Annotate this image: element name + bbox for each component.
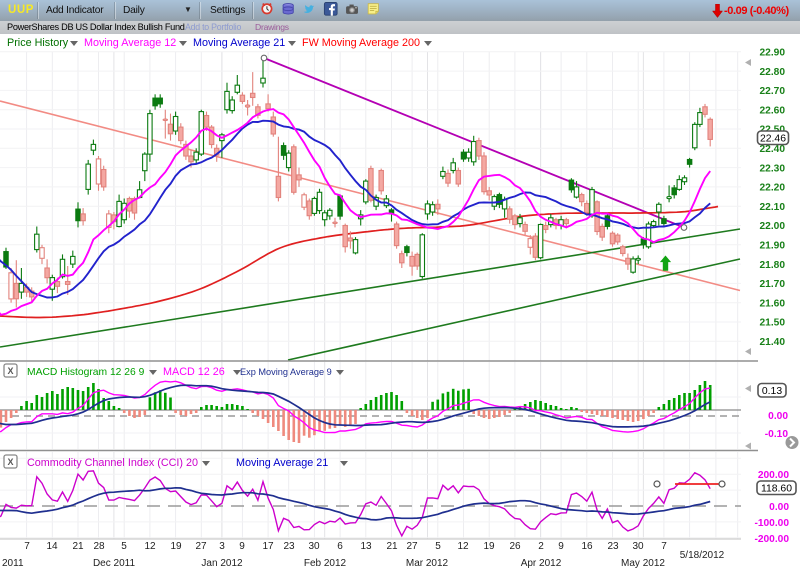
svg-text:Moving Average 21: Moving Average 21 <box>193 37 285 49</box>
svg-text:21: 21 <box>72 541 84 552</box>
svg-text:3: 3 <box>219 541 225 552</box>
svg-text:9: 9 <box>239 541 245 552</box>
svg-text:23: 23 <box>607 541 619 552</box>
svg-text:Apr 2012: Apr 2012 <box>521 558 562 569</box>
svg-text:5/18/2012: 5/18/2012 <box>680 550 725 561</box>
svg-text:22.60: 22.60 <box>760 105 786 116</box>
svg-text:2: 2 <box>538 541 544 552</box>
svg-text:Moving Average 21: Moving Average 21 <box>236 457 328 469</box>
svg-text:-100.00: -100.00 <box>754 518 789 529</box>
svg-text:21.40: 21.40 <box>760 337 786 348</box>
svg-text:22.10: 22.10 <box>760 202 786 213</box>
svg-text:X: X <box>7 366 13 376</box>
svg-text:22.30: 22.30 <box>760 163 786 174</box>
svg-text:MACD Histogram 12 26 9: MACD Histogram 12 26 9 <box>27 367 145 378</box>
svg-text:0.00: 0.00 <box>769 502 789 513</box>
svg-text:Price History: Price History <box>7 37 69 49</box>
svg-text:0.00: 0.00 <box>768 411 788 422</box>
svg-text:5: 5 <box>121 541 127 552</box>
svg-text:13: 13 <box>360 541 372 552</box>
svg-text:30: 30 <box>308 541 320 552</box>
svg-text:27: 27 <box>406 541 418 552</box>
svg-text:19: 19 <box>170 541 182 552</box>
svg-text:2011: 2011 <box>2 558 24 569</box>
svg-text:X: X <box>7 457 13 467</box>
svg-text:21.70: 21.70 <box>760 279 786 290</box>
svg-text:16: 16 <box>581 541 593 552</box>
svg-text:17: 17 <box>262 541 274 552</box>
svg-text:Dec 2011: Dec 2011 <box>93 558 136 569</box>
svg-text:26: 26 <box>509 541 521 552</box>
svg-text:0.13: 0.13 <box>762 386 782 397</box>
svg-text:21: 21 <box>386 541 398 552</box>
svg-text:30: 30 <box>632 541 644 552</box>
svg-text:28: 28 <box>93 541 105 552</box>
svg-text:22.90: 22.90 <box>760 48 786 59</box>
svg-text:6: 6 <box>337 541 343 552</box>
svg-text:27: 27 <box>195 541 207 552</box>
svg-text:12: 12 <box>457 541 469 552</box>
svg-text:7: 7 <box>24 541 30 552</box>
svg-text:14: 14 <box>46 541 58 552</box>
svg-text:22.46: 22.46 <box>760 134 786 145</box>
svg-text:21.50: 21.50 <box>760 318 786 329</box>
svg-text:MACD 12 26: MACD 12 26 <box>163 366 225 378</box>
svg-text:9: 9 <box>558 541 564 552</box>
svg-text:23: 23 <box>283 541 295 552</box>
svg-text:5: 5 <box>435 541 441 552</box>
svg-text:Mar 2012: Mar 2012 <box>406 558 449 569</box>
svg-text:22.40: 22.40 <box>760 144 786 155</box>
svg-text:Exp Moving Average 9: Exp Moving Average 9 <box>240 367 332 377</box>
svg-text:22.20: 22.20 <box>760 183 786 194</box>
svg-text:118.60: 118.60 <box>761 484 792 495</box>
svg-text:21.80: 21.80 <box>760 260 786 271</box>
svg-text:21.60: 21.60 <box>760 298 786 309</box>
svg-text:22.80: 22.80 <box>760 67 786 78</box>
svg-text:12: 12 <box>144 541 156 552</box>
svg-text:19: 19 <box>483 541 495 552</box>
svg-text:22.70: 22.70 <box>760 86 786 97</box>
svg-text:Jan 2012: Jan 2012 <box>201 558 243 569</box>
svg-text:Moving Average 12: Moving Average 12 <box>84 37 176 49</box>
svg-text:May 2012: May 2012 <box>621 558 665 569</box>
svg-text:200.00: 200.00 <box>758 470 789 481</box>
svg-text:Feb 2012: Feb 2012 <box>304 558 347 569</box>
svg-text:-200.00: -200.00 <box>754 534 789 545</box>
svg-text:7: 7 <box>661 541 667 552</box>
svg-text:-0.10: -0.10 <box>765 429 789 440</box>
svg-text:22.00: 22.00 <box>760 221 786 232</box>
svg-text:FW Moving Average 200: FW Moving Average 200 <box>302 37 420 49</box>
svg-text:21.90: 21.90 <box>760 241 786 252</box>
svg-text:Commodity Channel Index (CCI): Commodity Channel Index (CCI) 20 <box>27 457 198 469</box>
